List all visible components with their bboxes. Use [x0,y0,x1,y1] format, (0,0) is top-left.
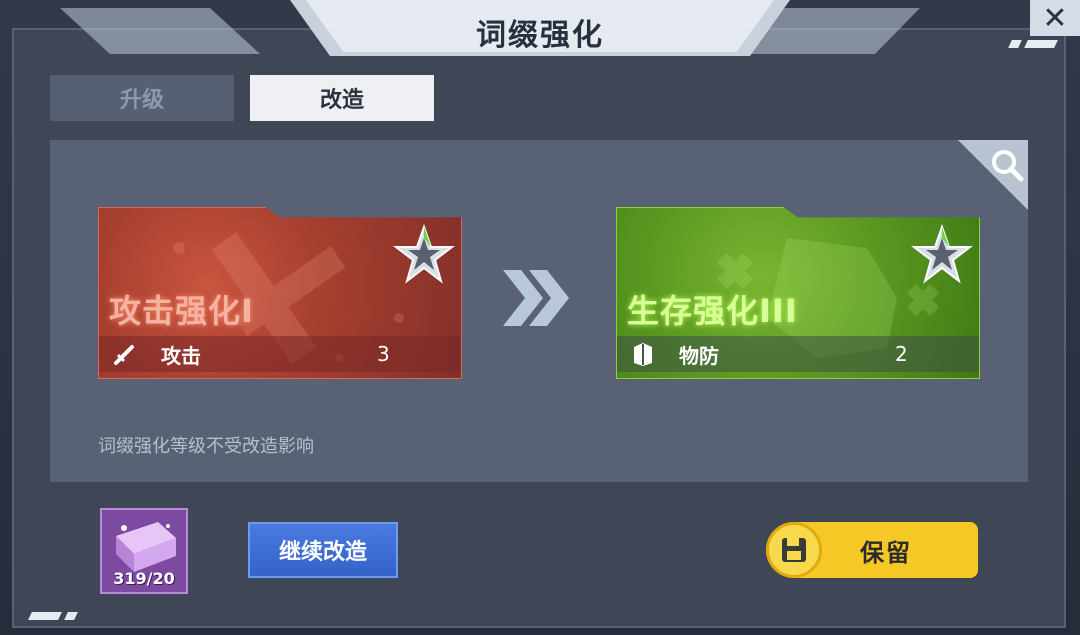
close-icon: ✕ [1042,0,1068,36]
affix-note: 词缀强化等级不受改造影响 [98,436,314,457]
current-affix-card: 攻击强化I 攻击 3 [98,207,462,379]
star-rank-icon [911,224,973,284]
tab-modify[interactable]: 改造 [250,75,434,121]
new-affix-stat-value: 2 [895,342,908,366]
keep-button[interactable]: 保留 [766,522,978,578]
armor-icon [625,341,661,367]
title-bar: 词缀强化 [250,0,830,56]
star-rank-icon [393,224,455,284]
sword-icon [107,341,143,367]
current-affix-name: 攻击强化I [109,292,254,330]
new-affix-card: 生存强化III 物防 2 [616,207,980,379]
new-affix-stat-label: 物防 [679,343,719,368]
current-affix-stat-value: 3 [377,342,390,366]
current-affix-stat-label: 攻击 [161,343,201,368]
new-affix-name: 生存强化III [627,292,798,330]
material-slot[interactable]: 319/20 [100,508,188,594]
save-icon [766,522,822,578]
material-count: 319/20 [113,569,175,588]
new-affix-stat-row: 物防 2 [617,336,979,372]
continue-modify-button[interactable]: 继续改造 [248,522,398,578]
keep-label: 保留 [860,538,912,567]
corner-decoration [1008,40,1058,48]
dialog-title: 词缀强化 [476,18,604,53]
current-affix-stat-row: 攻击 3 [99,336,461,372]
close-button[interactable]: ✕ [1030,0,1080,36]
corner-decoration [28,612,78,620]
tab-upgrade[interactable]: 升级 [50,75,234,121]
double-chevron-right-icon [503,270,569,326]
